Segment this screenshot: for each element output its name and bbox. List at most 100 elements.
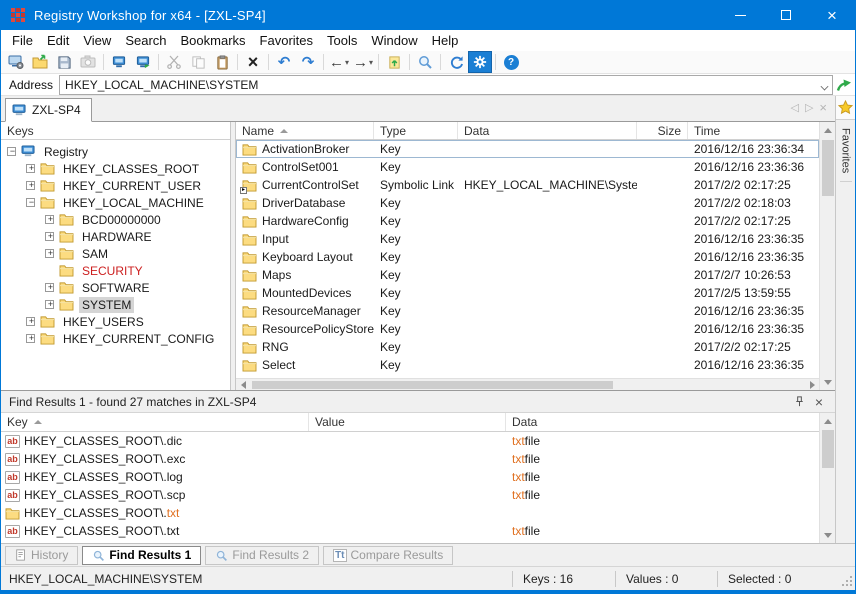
- maximize-button[interactable]: [763, 0, 809, 30]
- scroll-tabs-right-icon[interactable]: ▷: [805, 101, 813, 114]
- expand-toggle-icon[interactable]: [26, 334, 35, 343]
- tree-item[interactable]: HKEY_CURRENT_CONFIG: [1, 330, 230, 347]
- registry-key-row[interactable]: ▸ Select Key 2016/12/16 23:36:35: [236, 356, 819, 374]
- vertical-scrollbar-thumb[interactable]: [822, 140, 834, 196]
- snapshot-button[interactable]: [76, 51, 100, 73]
- favorites-button[interactable]: [836, 96, 856, 120]
- registry-key-row[interactable]: ▸ Maps Key 2017/2/7 10:26:53: [236, 266, 819, 284]
- registry-key-row[interactable]: ▸ Input Key 2016/12/16 23:36:35: [236, 230, 819, 248]
- menu-item[interactable]: Edit: [40, 31, 76, 50]
- resize-grip[interactable]: [838, 567, 855, 590]
- registry-key-row[interactable]: ▸ HardwareConfig Key 2017/2/2 02:17:25: [236, 212, 819, 230]
- expand-toggle-icon[interactable]: [45, 283, 54, 292]
- local-computer-button[interactable]: [107, 51, 131, 73]
- tree-item[interactable]: HKEY_CURRENT_USER: [1, 177, 230, 194]
- tree-item[interactable]: SAM: [1, 245, 230, 262]
- menu-item[interactable]: Help: [425, 31, 466, 50]
- paste-button[interactable]: [210, 51, 234, 73]
- tree-item[interactable]: HARDWARE: [1, 228, 230, 245]
- open-file-button[interactable]: [28, 51, 52, 73]
- minimize-button[interactable]: [717, 0, 763, 30]
- options-button[interactable]: [468, 51, 492, 73]
- tree-item[interactable]: SOFTWARE: [1, 279, 230, 296]
- tree-item[interactable]: SYSTEM: [1, 296, 230, 313]
- registry-key-row[interactable]: ▸ MountedDevices Key 2017/2/5 13:59:55: [236, 284, 819, 302]
- find-result-row[interactable]: ab HKEY_CLASSES_ROOT\.log txtfile: [1, 468, 819, 486]
- bottom-tab[interactable]: Tt Find Results 2: [205, 546, 319, 565]
- registry-key-row[interactable]: ▸ ActivationBroker Key 2016/12/16 23:36:…: [236, 140, 819, 158]
- parent-key-button[interactable]: [382, 51, 406, 73]
- scroll-left-icon[interactable]: [236, 379, 250, 391]
- column-header-value[interactable]: Value: [309, 413, 506, 431]
- horizontal-scrollbar[interactable]: [236, 378, 819, 390]
- scroll-right-icon[interactable]: [805, 379, 819, 391]
- scroll-up-icon[interactable]: [820, 413, 836, 429]
- registry-key-row[interactable]: ▸ ControlSet001 Key 2016/12/16 23:36:36: [236, 158, 819, 176]
- back-dropdown-icon[interactable]: ▾: [345, 58, 349, 67]
- find-result-row[interactable]: ab HKEY_CLASSES_ROOT\.dic txtfile: [1, 432, 819, 450]
- find-result-row[interactable]: ab HKEY_CLASSES_ROOT\.txt: [1, 504, 819, 522]
- save-button[interactable]: [52, 51, 76, 73]
- forward-dropdown-icon[interactable]: ▾: [369, 58, 373, 67]
- column-header-time[interactable]: Time: [688, 122, 819, 139]
- menu-item[interactable]: Tools: [320, 31, 364, 50]
- expand-toggle-icon[interactable]: [26, 198, 35, 207]
- registry-key-row[interactable]: ▸ ResourcePolicyStore Key 2016/12/16 23:…: [236, 320, 819, 338]
- bottom-tab[interactable]: Tt Find Results 1: [82, 546, 201, 565]
- registry-key-row[interactable]: ▸ RNG Key 2017/2/2 02:17:25: [236, 338, 819, 356]
- menu-item[interactable]: Search: [118, 31, 173, 50]
- close-tab-icon[interactable]: ×: [819, 100, 827, 115]
- address-input[interactable]: HKEY_LOCAL_MACHINE\SYSTEM: [59, 75, 833, 95]
- tree-item[interactable]: SECURITY: [1, 262, 230, 279]
- expand-toggle-icon[interactable]: [26, 317, 35, 326]
- tree-item[interactable]: Registry: [1, 143, 230, 160]
- menu-item[interactable]: Bookmarks: [174, 31, 253, 50]
- tree-item[interactable]: BCD00000000: [1, 211, 230, 228]
- delete-button[interactable]: ×: [241, 51, 265, 73]
- column-header-key[interactable]: Key: [1, 413, 309, 431]
- bottom-tab[interactable]: Tt History: [5, 546, 78, 565]
- column-header-data[interactable]: Data: [506, 413, 819, 431]
- redo-button[interactable]: ↷: [296, 51, 320, 73]
- tab-zxl-sp4[interactable]: ZXL-SP4: [5, 98, 92, 122]
- address-dropdown-icon[interactable]: [821, 82, 829, 90]
- scroll-up-icon[interactable]: [820, 122, 836, 138]
- undo-button[interactable]: ↶: [272, 51, 296, 73]
- forward-button[interactable]: →▾: [351, 51, 375, 73]
- column-header-data[interactable]: Data: [458, 122, 637, 139]
- pin-panel-button[interactable]: [789, 393, 809, 411]
- copy-button[interactable]: [186, 51, 210, 73]
- expand-toggle-icon[interactable]: [45, 232, 54, 241]
- scroll-tabs-left-icon[interactable]: ◁: [790, 101, 798, 114]
- scroll-down-icon[interactable]: [820, 527, 836, 543]
- close-button[interactable]: ×: [809, 0, 855, 30]
- refresh-button[interactable]: [444, 51, 468, 73]
- find-result-row[interactable]: ab HKEY_CLASSES_ROOT\.txt txtfile: [1, 522, 819, 540]
- column-header-size[interactable]: Size: [637, 122, 688, 139]
- close-panel-button[interactable]: ×: [809, 393, 829, 411]
- expand-toggle-icon[interactable]: [7, 147, 16, 156]
- menu-item[interactable]: Window: [364, 31, 424, 50]
- cut-button[interactable]: [162, 51, 186, 73]
- back-button[interactable]: ←▾: [327, 51, 351, 73]
- column-header-type[interactable]: Type: [374, 122, 458, 139]
- find-result-row[interactable]: ab HKEY_CLASSES_ROOT\.scp txtfile: [1, 486, 819, 504]
- vertical-scrollbar[interactable]: [819, 122, 835, 390]
- menu-item[interactable]: File: [5, 31, 40, 50]
- scroll-down-icon[interactable]: [820, 374, 836, 390]
- expand-toggle-icon[interactable]: [45, 215, 54, 224]
- expand-toggle-icon[interactable]: [45, 300, 54, 309]
- find-result-row[interactable]: ab HKEY_CLASSES_ROOT\.exc txtfile: [1, 450, 819, 468]
- expand-toggle-icon[interactable]: [45, 249, 54, 258]
- horizontal-scrollbar-thumb[interactable]: [252, 381, 613, 389]
- column-header-name[interactable]: Name: [236, 122, 374, 139]
- bottom-tab[interactable]: Tt Compare Results: [323, 546, 453, 565]
- menu-item[interactable]: View: [76, 31, 118, 50]
- tree-item[interactable]: HKEY_LOCAL_MACHINE: [1, 194, 230, 211]
- tree-item[interactable]: HKEY_CLASSES_ROOT: [1, 160, 230, 177]
- vertical-scrollbar-thumb[interactable]: [822, 430, 834, 468]
- registry-key-row[interactable]: ▸ DriverDatabase Key 2017/2/2 02:18:03: [236, 194, 819, 212]
- vertical-scrollbar[interactable]: [819, 413, 835, 543]
- connect-button[interactable]: [4, 51, 28, 73]
- go-button[interactable]: [833, 74, 855, 96]
